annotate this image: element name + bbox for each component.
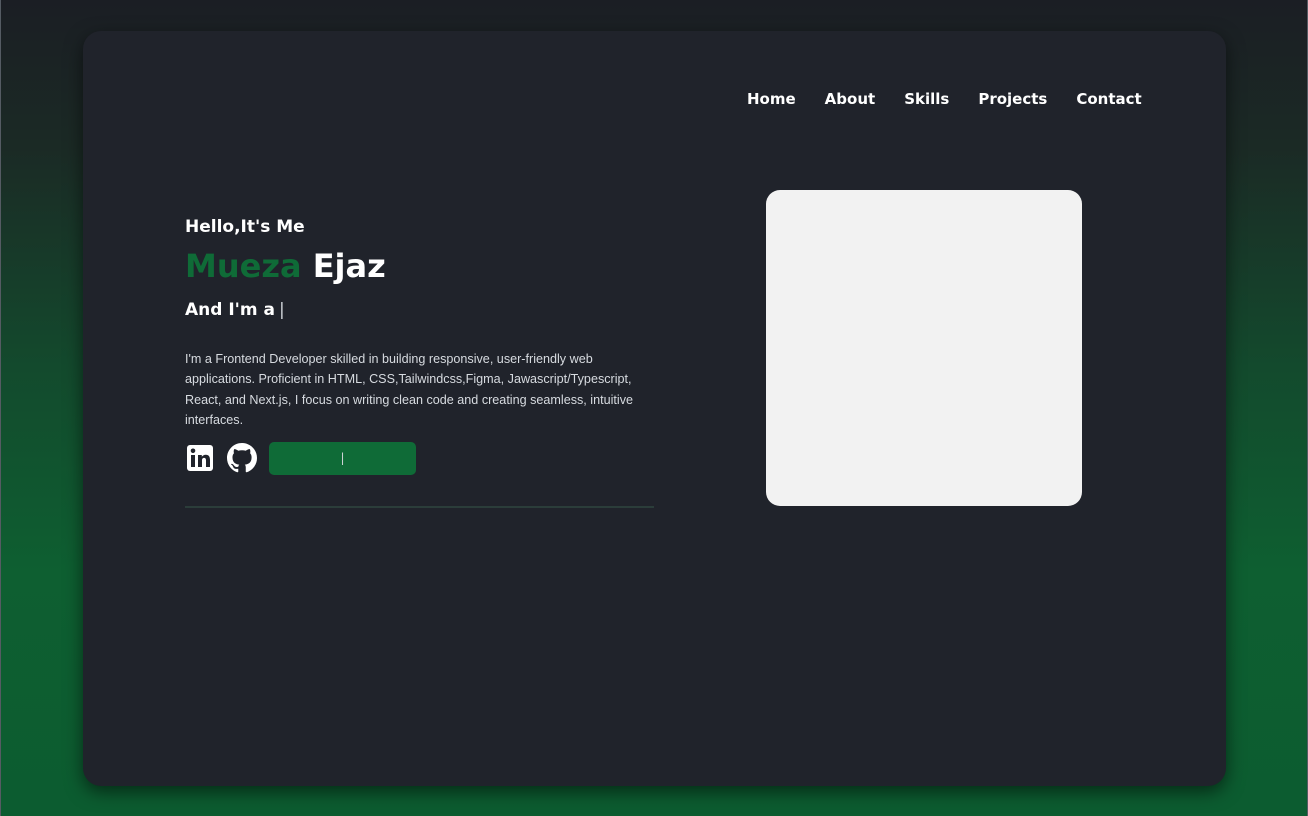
social-links: | — [185, 441, 416, 475]
main-nav: Home About Skills Projects Contact — [747, 88, 1142, 110]
download-cv-button[interactable]: | — [269, 441, 416, 475]
hero-name: Mueza Ejaz — [185, 246, 386, 286]
nav-projects[interactable]: Projects — [978, 88, 1047, 110]
section-divider — [185, 506, 654, 508]
profile-photo-placeholder — [766, 190, 1082, 506]
nav-home[interactable]: Home — [747, 88, 796, 110]
hero-card: Home About Skills Projects Contact Hello… — [83, 31, 1226, 786]
role-line: And I'm a | — [185, 298, 285, 322]
linkedin-icon[interactable] — [185, 443, 215, 473]
github-icon[interactable] — [227, 443, 257, 473]
role-prefix: And I'm a — [185, 300, 275, 320]
first-name: Mueza — [185, 247, 302, 285]
greeting: Hello,It's Me — [185, 217, 305, 237]
nav-contact[interactable]: Contact — [1076, 88, 1141, 110]
nav-skills[interactable]: Skills — [904, 88, 949, 110]
bio-text: I'm a Frontend Developer skilled in buil… — [185, 351, 634, 428]
nav-about[interactable]: About — [825, 88, 876, 110]
typing-cursor: | — [278, 300, 285, 320]
last-name: Ejaz — [312, 247, 386, 285]
